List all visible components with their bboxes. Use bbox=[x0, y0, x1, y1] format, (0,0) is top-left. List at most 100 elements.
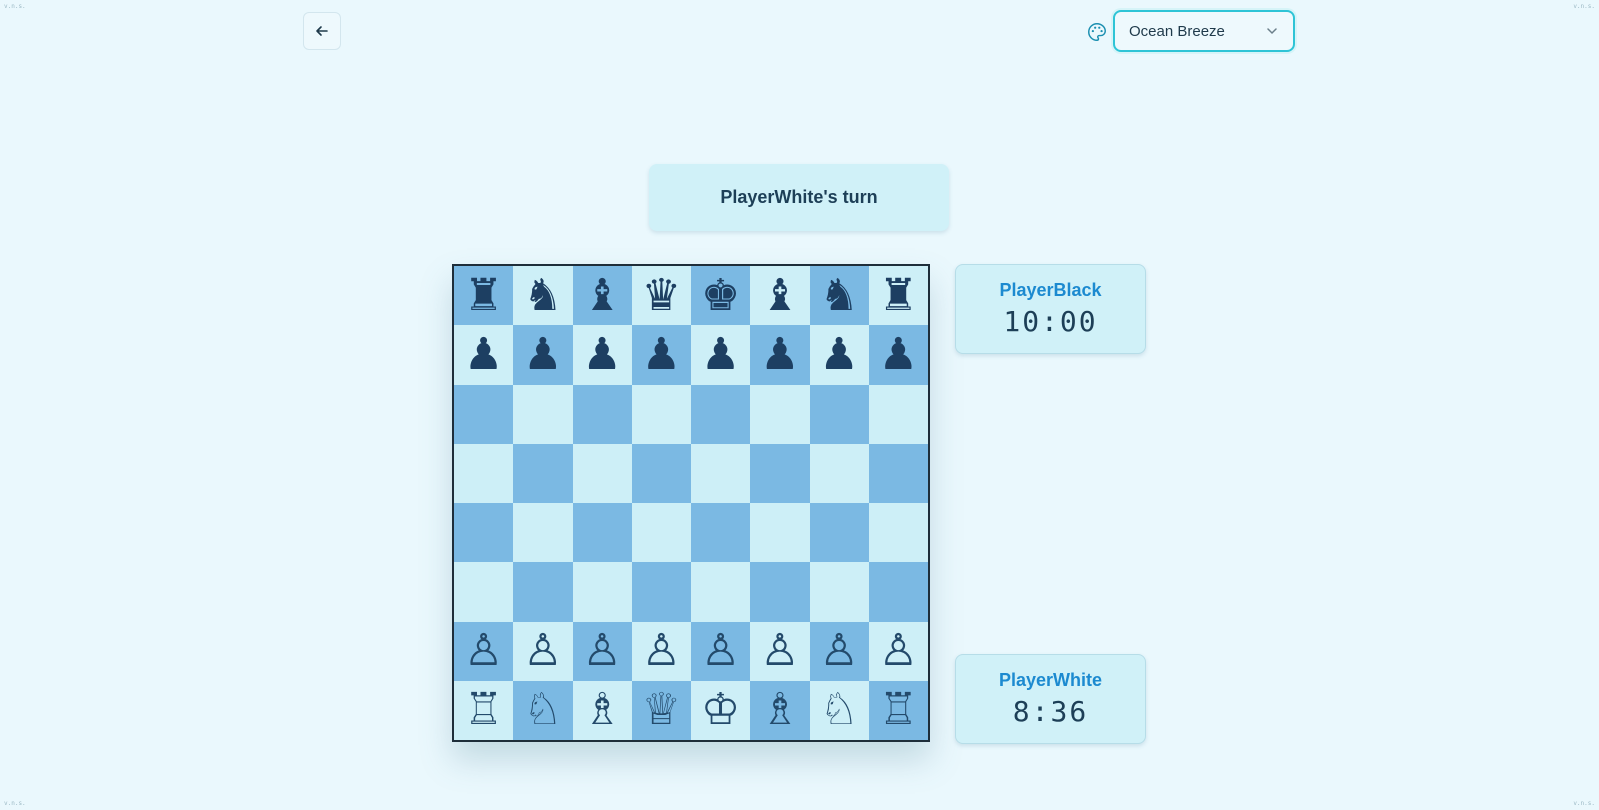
square-d5[interactable] bbox=[631, 443, 691, 503]
square-g4[interactable] bbox=[809, 503, 869, 563]
white-rook-icon[interactable]: ♖ bbox=[879, 688, 918, 732]
square-f7[interactable]: ♟ bbox=[750, 325, 810, 385]
black-rook-icon[interactable]: ♜ bbox=[879, 273, 918, 318]
white-pawn-icon[interactable]: ♙ bbox=[582, 629, 621, 673]
square-g5[interactable] bbox=[809, 443, 869, 503]
square-f4[interactable] bbox=[750, 503, 810, 563]
square-a4[interactable] bbox=[454, 503, 514, 563]
black-rook-icon[interactable]: ♜ bbox=[464, 273, 503, 318]
square-e8[interactable]: ♚ bbox=[691, 266, 751, 326]
square-h5[interactable] bbox=[868, 443, 928, 503]
square-h4[interactable] bbox=[868, 503, 928, 563]
black-queen-icon[interactable]: ♛ bbox=[642, 273, 681, 318]
white-knight-icon[interactable]: ♘ bbox=[819, 688, 858, 732]
square-g1[interactable]: ♘ bbox=[809, 680, 869, 740]
square-b2[interactable]: ♙ bbox=[513, 621, 573, 681]
square-b8[interactable]: ♞ bbox=[513, 266, 573, 326]
black-king-icon[interactable]: ♚ bbox=[701, 273, 740, 318]
square-d1[interactable]: ♕ bbox=[631, 680, 691, 740]
square-g2[interactable]: ♙ bbox=[809, 621, 869, 681]
white-knight-icon[interactable]: ♘ bbox=[523, 688, 562, 732]
square-h7[interactable]: ♟ bbox=[868, 325, 928, 385]
square-b7[interactable]: ♟ bbox=[513, 325, 573, 385]
white-pawn-icon[interactable]: ♙ bbox=[760, 629, 799, 673]
white-pawn-icon[interactable]: ♙ bbox=[523, 629, 562, 673]
square-b5[interactable] bbox=[513, 443, 573, 503]
square-f3[interactable] bbox=[750, 562, 810, 622]
turn-status-text: PlayerWhite's turn bbox=[720, 187, 878, 207]
black-pawn-icon[interactable]: ♟ bbox=[464, 332, 503, 377]
square-h8[interactable]: ♜ bbox=[868, 266, 928, 326]
square-h6[interactable] bbox=[868, 384, 928, 444]
square-e6[interactable] bbox=[691, 384, 751, 444]
square-h3[interactable] bbox=[868, 562, 928, 622]
square-f8[interactable]: ♝ bbox=[750, 266, 810, 326]
square-a6[interactable] bbox=[454, 384, 514, 444]
black-pawn-icon[interactable]: ♟ bbox=[701, 332, 740, 377]
square-b4[interactable] bbox=[513, 503, 573, 563]
black-bishop-icon[interactable]: ♝ bbox=[760, 273, 799, 318]
square-b6[interactable] bbox=[513, 384, 573, 444]
black-pawn-icon[interactable]: ♟ bbox=[642, 332, 681, 377]
player-name-black: PlayerBlack bbox=[999, 280, 1102, 300]
white-queen-icon[interactable]: ♕ bbox=[642, 688, 681, 732]
square-e1[interactable]: ♔ bbox=[691, 680, 751, 740]
square-d4[interactable] bbox=[631, 503, 691, 563]
black-knight-icon[interactable]: ♞ bbox=[819, 273, 858, 318]
square-e5[interactable] bbox=[691, 443, 751, 503]
white-king-icon[interactable]: ♔ bbox=[701, 688, 740, 732]
square-b3[interactable] bbox=[513, 562, 573, 622]
black-knight-icon[interactable]: ♞ bbox=[523, 273, 562, 318]
square-c6[interactable] bbox=[572, 384, 632, 444]
white-bishop-icon[interactable]: ♗ bbox=[760, 688, 799, 732]
white-pawn-icon[interactable]: ♙ bbox=[879, 629, 918, 673]
black-pawn-icon[interactable]: ♟ bbox=[523, 332, 562, 377]
square-f2[interactable]: ♙ bbox=[750, 621, 810, 681]
white-bishop-icon[interactable]: ♗ bbox=[582, 688, 621, 732]
square-e2[interactable]: ♙ bbox=[691, 621, 751, 681]
square-b1[interactable]: ♘ bbox=[513, 680, 573, 740]
white-pawn-icon[interactable]: ♙ bbox=[464, 629, 503, 673]
square-g7[interactable]: ♟ bbox=[809, 325, 869, 385]
square-d3[interactable] bbox=[631, 562, 691, 622]
black-pawn-icon[interactable]: ♟ bbox=[582, 332, 621, 377]
white-pawn-icon[interactable]: ♙ bbox=[642, 629, 681, 673]
black-pawn-icon[interactable]: ♟ bbox=[879, 332, 918, 377]
square-e4[interactable] bbox=[691, 503, 751, 563]
square-g3[interactable] bbox=[809, 562, 869, 622]
theme-select[interactable]: Ocean Breeze bbox=[1113, 10, 1295, 52]
square-a8[interactable]: ♜ bbox=[454, 266, 514, 326]
white-rook-icon[interactable]: ♖ bbox=[464, 688, 503, 732]
square-a7[interactable]: ♟ bbox=[454, 325, 514, 385]
square-d8[interactable]: ♛ bbox=[631, 266, 691, 326]
square-d6[interactable] bbox=[631, 384, 691, 444]
square-g6[interactable] bbox=[809, 384, 869, 444]
square-f5[interactable] bbox=[750, 443, 810, 503]
square-c8[interactable]: ♝ bbox=[572, 266, 632, 326]
square-f1[interactable]: ♗ bbox=[750, 680, 810, 740]
square-c3[interactable] bbox=[572, 562, 632, 622]
white-pawn-icon[interactable]: ♙ bbox=[701, 629, 740, 673]
square-c5[interactable] bbox=[572, 443, 632, 503]
square-c4[interactable] bbox=[572, 503, 632, 563]
square-c2[interactable]: ♙ bbox=[572, 621, 632, 681]
back-button[interactable] bbox=[303, 12, 341, 50]
black-pawn-icon[interactable]: ♟ bbox=[760, 332, 799, 377]
square-c1[interactable]: ♗ bbox=[572, 680, 632, 740]
square-c7[interactable]: ♟ bbox=[572, 325, 632, 385]
square-a3[interactable] bbox=[454, 562, 514, 622]
square-a1[interactable]: ♖ bbox=[454, 680, 514, 740]
square-d2[interactable]: ♙ bbox=[631, 621, 691, 681]
square-g8[interactable]: ♞ bbox=[809, 266, 869, 326]
square-e7[interactable]: ♟ bbox=[691, 325, 751, 385]
white-pawn-icon[interactable]: ♙ bbox=[819, 629, 858, 673]
black-bishop-icon[interactable]: ♝ bbox=[582, 273, 621, 318]
square-f6[interactable] bbox=[750, 384, 810, 444]
black-pawn-icon[interactable]: ♟ bbox=[819, 332, 858, 377]
square-e3[interactable] bbox=[691, 562, 751, 622]
square-a2[interactable]: ♙ bbox=[454, 621, 514, 681]
square-h1[interactable]: ♖ bbox=[868, 680, 928, 740]
square-d7[interactable]: ♟ bbox=[631, 325, 691, 385]
square-h2[interactable]: ♙ bbox=[868, 621, 928, 681]
square-a5[interactable] bbox=[454, 443, 514, 503]
